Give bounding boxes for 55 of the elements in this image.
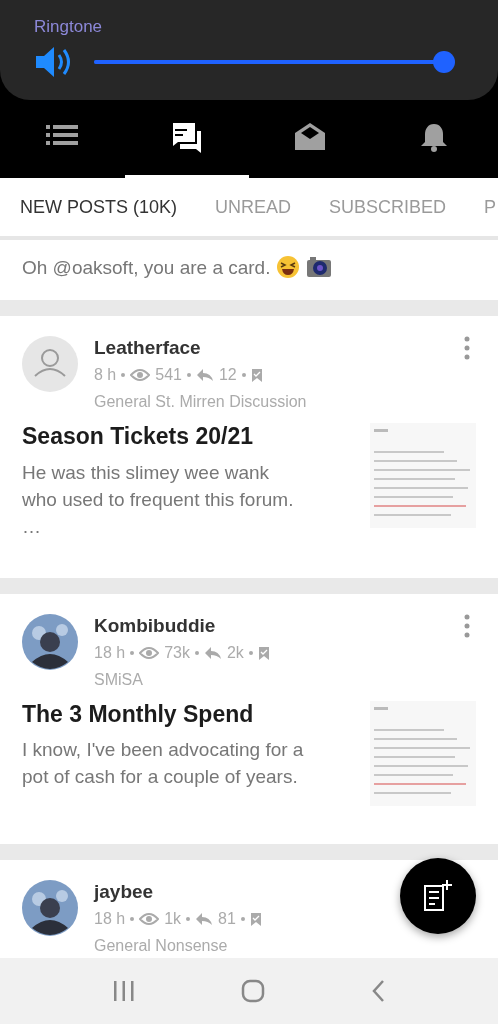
bookmark-icon[interactable]	[257, 645, 270, 660]
separator-dot-icon	[194, 650, 199, 655]
bookmark-icon[interactable]	[250, 368, 263, 382]
reply-icon	[195, 368, 214, 382]
speaker-icon	[34, 46, 72, 78]
separator-dot-icon	[186, 916, 191, 921]
envelope-icon	[295, 122, 328, 153]
post-time: 8 h	[94, 365, 117, 385]
post-excerpt: He was this slimey wee wank who used to frequent this forum. …	[22, 460, 295, 539]
chat-bubbles-icon	[170, 122, 203, 153]
author-name: Kombibuddie	[94, 613, 217, 638]
tab[interactable]: NEW POSTS (10K)	[20, 193, 178, 221]
camera-icon	[306, 256, 333, 278]
separator-dot-icon	[240, 916, 245, 921]
reply-count: 2k	[226, 642, 244, 663]
author-name: jaybee	[94, 879, 155, 904]
laughing-face-icon	[276, 255, 301, 279]
more-icon[interactable]	[464, 336, 470, 360]
forum-name: General St. Mirren Discussion	[94, 392, 307, 412]
separator-dot-icon	[186, 373, 191, 377]
tab[interactable]: P	[484, 193, 497, 221]
post-excerpt: Oh @oaksoft, you are a card.	[22, 255, 271, 280]
volume-label: Ringtone	[34, 17, 104, 37]
post-excerpt: I know, I've been advocating for a pot of cash for a couple of years.	[22, 738, 305, 790]
eye-icon	[139, 645, 160, 660]
author-name: Leatherface	[94, 336, 202, 360]
separator-dot-icon	[248, 650, 253, 655]
recent-apps-icon[interactable]	[113, 979, 135, 1003]
eye-icon	[139, 911, 160, 926]
eye-icon	[130, 368, 151, 382]
forum-name: SMiSA	[94, 669, 144, 690]
post-title: Season Tickets 20/21	[22, 423, 254, 451]
view-count: 1k	[164, 908, 182, 929]
reply-icon	[203, 645, 222, 660]
tab[interactable]: SUBSCRIBED	[329, 193, 447, 221]
separator-dot-icon	[241, 373, 246, 377]
view-count: 73k	[164, 642, 190, 663]
post-time: 18 h	[94, 908, 126, 929]
separator-dot-icon	[121, 373, 126, 377]
home-icon[interactable]	[241, 979, 265, 1003]
back-icon[interactable]	[371, 979, 385, 1003]
post-time: 18 h	[94, 642, 126, 663]
separator-dot-icon	[130, 650, 135, 655]
reply-icon	[195, 911, 214, 926]
bookmark-icon[interactable]	[249, 911, 262, 926]
separator-dot-icon	[130, 916, 135, 921]
reply-count: 12	[218, 365, 237, 385]
compose-icon	[423, 880, 453, 912]
forum-name: General Nonsense	[94, 935, 229, 956]
avatar-icon	[22, 336, 78, 392]
tab[interactable]: UNREAD	[215, 193, 292, 221]
reply-count: 81	[218, 908, 236, 929]
more-icon[interactable]	[464, 613, 470, 638]
view-count: 541	[155, 365, 182, 385]
post-title: The 3 Monthly Spend	[22, 700, 255, 729]
